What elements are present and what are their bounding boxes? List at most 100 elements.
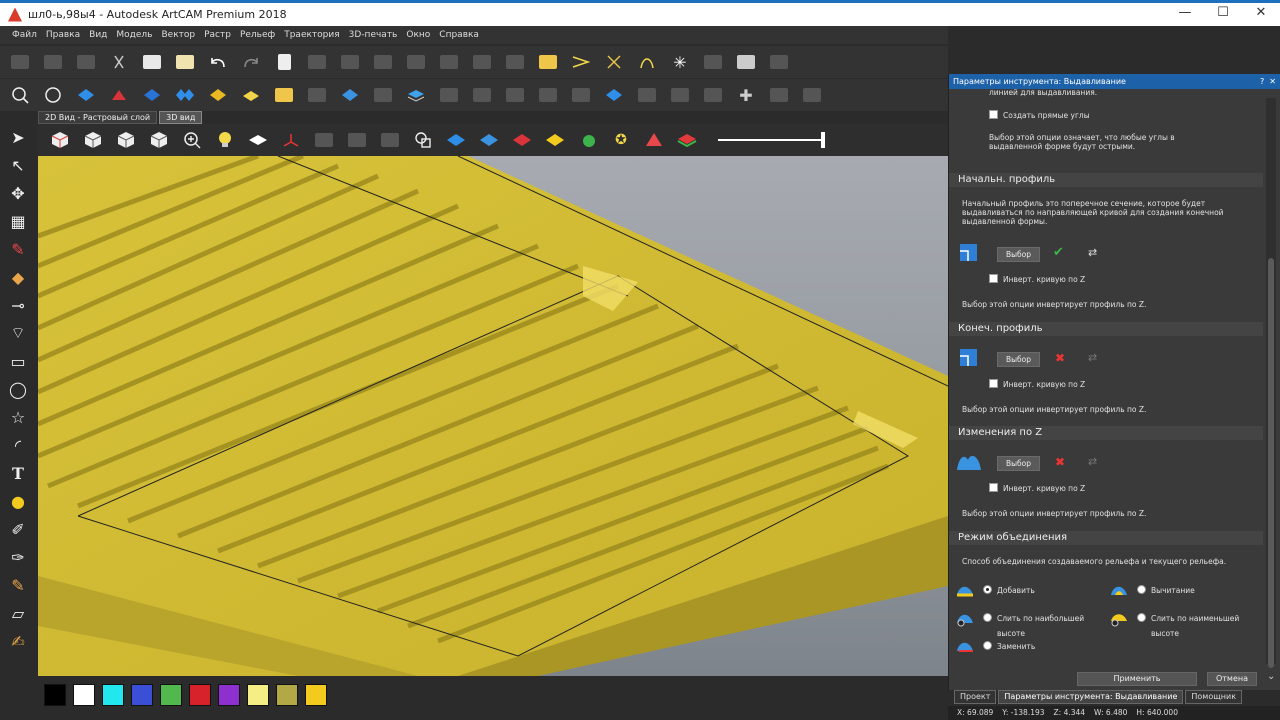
dim-relief-5-icon[interactable] xyxy=(503,84,527,106)
select-arrow-icon[interactable]: ➤ xyxy=(7,126,29,148)
fill-icon[interactable]: ◆ xyxy=(7,266,29,288)
blue-star-relief-icon[interactable] xyxy=(444,129,468,151)
palette-swatch[interactable] xyxy=(160,684,182,706)
star-icon[interactable]: ☆ xyxy=(7,406,29,428)
color-stack-icon[interactable] xyxy=(675,129,699,151)
add-radio[interactable] xyxy=(983,585,992,594)
dim-tool-1-icon[interactable] xyxy=(305,51,329,73)
dim-relief-2-icon[interactable] xyxy=(371,84,395,106)
light-bulb-icon[interactable] xyxy=(213,129,237,151)
dim-relief-7-icon[interactable] xyxy=(569,84,593,106)
dim-relief-4-icon[interactable] xyxy=(470,84,494,106)
subtract-radio[interactable] xyxy=(1137,585,1146,594)
measure-icon[interactable]: ⊸ xyxy=(7,294,29,316)
dim-tool-5-icon[interactable] xyxy=(437,51,461,73)
dim-relief-9-icon[interactable] xyxy=(668,84,692,106)
blue-shape-icon[interactable] xyxy=(140,84,164,106)
sharp-corners-checkbox[interactable] xyxy=(989,110,998,119)
panel-scrollbar[interactable] xyxy=(1266,98,1276,668)
sculpt-icon[interactable]: ✑ xyxy=(7,546,29,568)
view-slider[interactable] xyxy=(718,132,825,148)
minimize-button[interactable]: — xyxy=(1166,3,1204,25)
menu-vector[interactable]: Вектор xyxy=(161,30,195,40)
merge-high-radio[interactable] xyxy=(983,613,992,622)
menu-3d-print[interactable]: 3D-печать xyxy=(349,30,398,40)
dim-view-3-icon[interactable] xyxy=(378,129,402,151)
copy-icon[interactable] xyxy=(140,51,164,73)
zoom-box-icon[interactable] xyxy=(41,84,65,106)
polyline-icon[interactable]: ⌔ xyxy=(7,322,29,344)
axes-icon[interactable] xyxy=(279,129,303,151)
cancel-button[interactable]: Отмена xyxy=(1207,672,1257,686)
tab-tool-settings[interactable]: Параметры инструмента: Выдавливание xyxy=(998,690,1184,704)
menu-edit[interactable]: Правка xyxy=(46,30,80,40)
menu-relief[interactable]: Рельеф xyxy=(240,30,275,40)
cube-view-4-icon[interactable] xyxy=(147,129,171,151)
close-button[interactable]: ✕ xyxy=(1242,3,1280,25)
open-file-icon[interactable] xyxy=(41,51,65,73)
yellow-relief-icon[interactable] xyxy=(239,84,263,106)
transform-icon[interactable]: ▦ xyxy=(7,210,29,232)
ellipse-icon[interactable]: ◯ xyxy=(7,378,29,400)
color-pyramid-icon[interactable] xyxy=(642,129,666,151)
start-profile-invert-checkbox[interactable] xyxy=(989,274,998,283)
rectangle-icon[interactable]: ▭ xyxy=(7,350,29,372)
dim-tool-7-icon[interactable] xyxy=(503,51,527,73)
save-file-icon[interactable] xyxy=(74,51,98,73)
dim-relief-10-icon[interactable] xyxy=(701,84,725,106)
tab-3d-view[interactable]: 3D вид xyxy=(159,111,203,124)
z-changes-invert-checkbox[interactable] xyxy=(989,483,998,492)
cube-view-3-icon[interactable] xyxy=(114,129,138,151)
paint-brush-icon[interactable]: ✍ xyxy=(7,630,29,652)
dim-tool-2-icon[interactable] xyxy=(338,51,362,73)
dim-relief-11-icon[interactable] xyxy=(767,84,791,106)
eraser-icon[interactable]: ▱ xyxy=(7,602,29,624)
yellow-grid-icon[interactable] xyxy=(206,84,230,106)
menu-toolpath[interactable]: Траектория xyxy=(284,30,339,40)
node-select-icon[interactable]: ↖ xyxy=(7,154,29,176)
maximize-button[interactable]: ☐ xyxy=(1204,3,1242,25)
tab-assistant[interactable]: Помощник xyxy=(1185,690,1243,704)
brush-icon[interactable]: ✐ xyxy=(7,518,29,540)
new-file-icon[interactable] xyxy=(8,51,32,73)
replace-radio[interactable] xyxy=(983,641,992,650)
dim-view-1-icon[interactable] xyxy=(312,129,336,151)
blue-shapes-icon[interactable] xyxy=(173,84,197,106)
yellow-layer-icon[interactable] xyxy=(543,129,567,151)
layer-relief-icon[interactable] xyxy=(404,84,428,106)
green-shape-icon[interactable] xyxy=(576,129,600,151)
z-changes-swap-icon[interactable]: ⇄ xyxy=(1088,455,1097,468)
palette-swatch[interactable] xyxy=(73,684,95,706)
palette-swatch[interactable] xyxy=(102,684,124,706)
panel-close-button[interactable]: ✕ xyxy=(1269,77,1276,86)
cube-view-2-icon[interactable] xyxy=(81,129,105,151)
paste-icon[interactable] xyxy=(173,51,197,73)
text-icon[interactable]: T xyxy=(7,462,29,484)
plus-icon[interactable]: ✚ xyxy=(734,84,758,106)
search-star-icon[interactable]: ✪ xyxy=(609,129,633,151)
red-shape-icon[interactable] xyxy=(107,84,131,106)
viewport-3d[interactable] xyxy=(38,156,948,676)
blue-layer-icon[interactable] xyxy=(477,129,501,151)
move-icon[interactable]: ✥ xyxy=(7,182,29,204)
start-profile-swap-icon[interactable]: ⇄ xyxy=(1088,246,1097,259)
cut-icon[interactable] xyxy=(107,51,131,73)
dim-tool-3-icon[interactable] xyxy=(371,51,395,73)
cube-view-1-icon[interactable] xyxy=(48,129,72,151)
notes-icon[interactable] xyxy=(272,51,296,73)
zoom-view-icon[interactable] xyxy=(8,84,32,106)
start-profile-select-button[interactable]: Выбор xyxy=(997,247,1040,262)
menu-view[interactable]: Вид xyxy=(89,30,107,40)
red-layer-icon[interactable] xyxy=(510,129,534,151)
redo-icon[interactable] xyxy=(239,51,263,73)
palette-swatch[interactable] xyxy=(247,684,269,706)
dim-relief-8-icon[interactable] xyxy=(635,84,659,106)
dim-relief-1-icon[interactable] xyxy=(305,84,329,106)
dim-relief-6-icon[interactable] xyxy=(536,84,560,106)
palette-swatch[interactable] xyxy=(276,684,298,706)
zoom-3d-icon[interactable] xyxy=(180,129,204,151)
scroll-down-icon[interactable]: ⌄ xyxy=(1267,671,1275,682)
palette-swatch[interactable] xyxy=(44,684,66,706)
dim-tool-9-icon[interactable] xyxy=(767,51,791,73)
transparency-icon[interactable] xyxy=(411,129,435,151)
